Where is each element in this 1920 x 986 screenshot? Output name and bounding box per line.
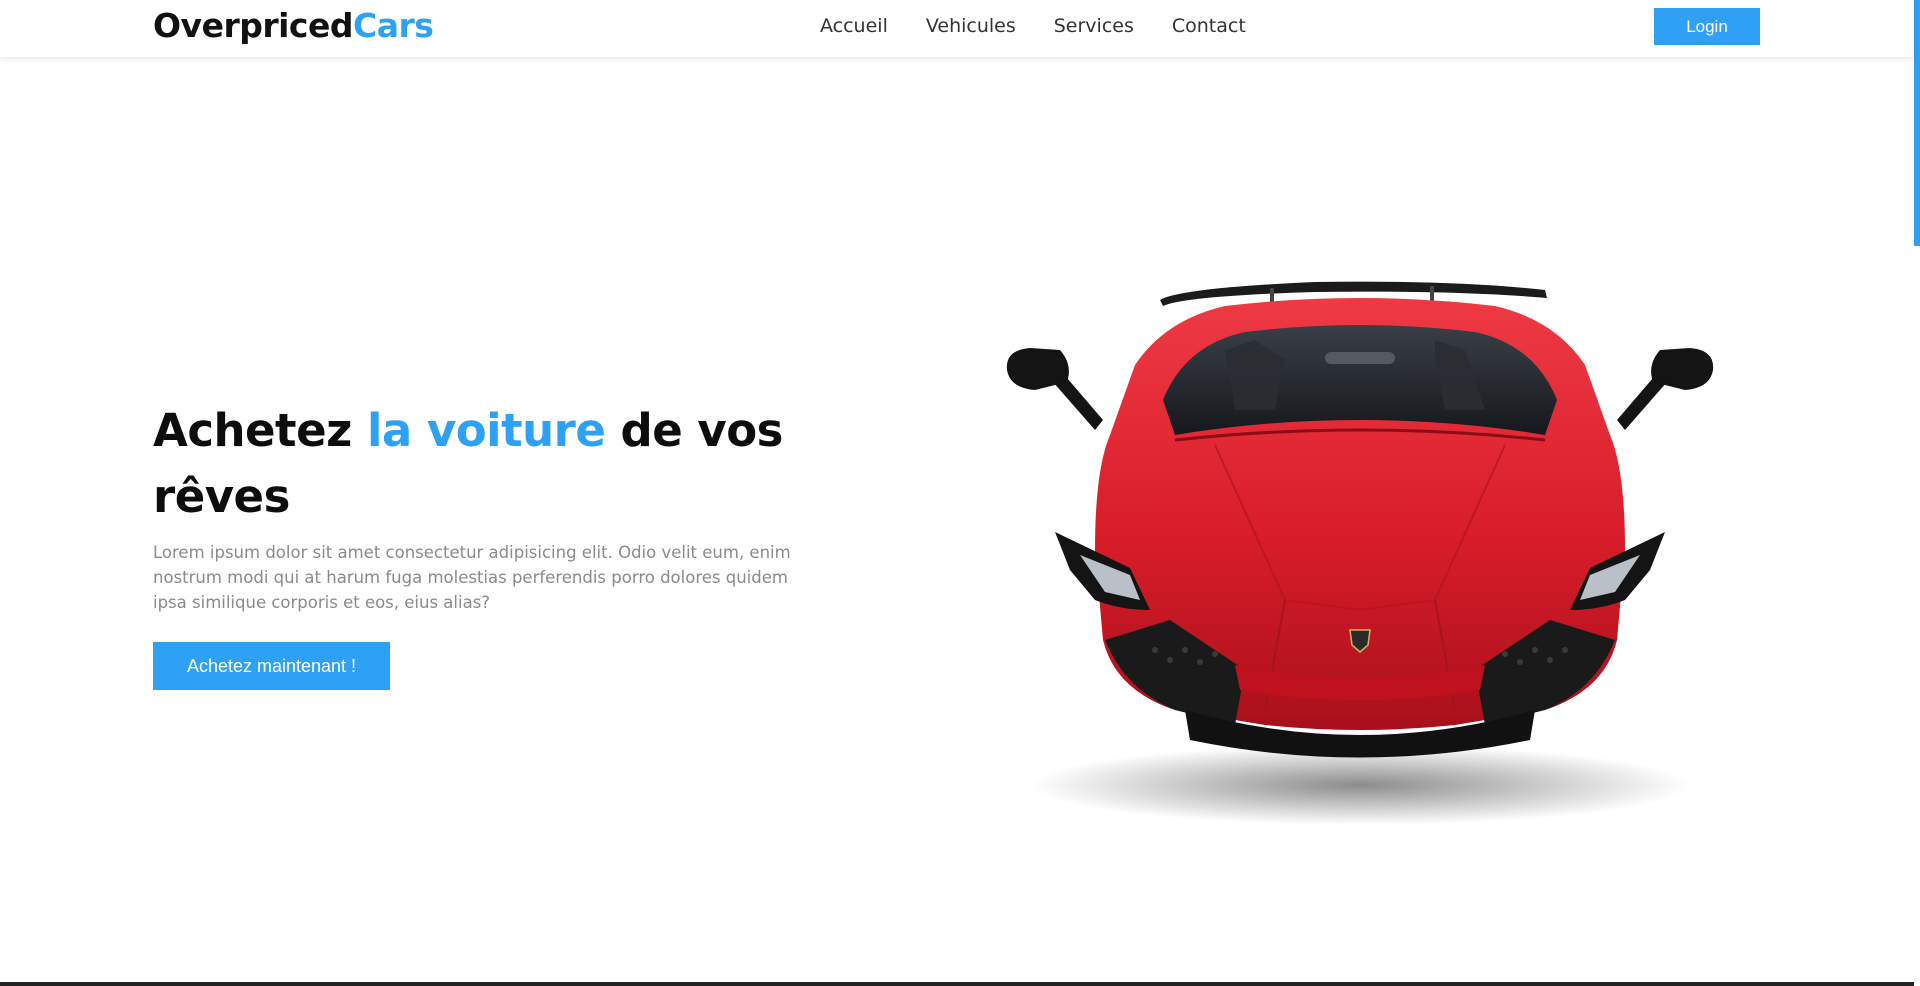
login-button[interactable]: Login <box>1654 8 1760 45</box>
site-header: OverpricedCars Accueil Vehicules Service… <box>0 0 1914 57</box>
brand-logo[interactable]: OverpricedCars <box>153 6 434 46</box>
brand-name-accent: Cars <box>353 6 434 45</box>
hero-car-image <box>985 270 1745 830</box>
main-nav: Accueil Vehicules Services Contact <box>820 13 1246 39</box>
brand-name-primary: Overpriced <box>153 6 354 45</box>
nav-link-accueil[interactable]: Accueil <box>820 13 888 39</box>
nav-link-vehicules[interactable]: Vehicules <box>926 13 1016 39</box>
hero-title: Achetez la voiture de vos rêves <box>153 398 793 530</box>
buy-now-button[interactable]: Achetez maintenant ! <box>153 642 390 690</box>
page: OverpricedCars Accueil Vehicules Service… <box>0 0 1920 986</box>
hero-title-accent: la voiture <box>366 404 606 457</box>
section-divider <box>0 982 1914 986</box>
red-sports-car-icon <box>1006 281 1714 825</box>
hero-description: Lorem ipsum dolor sit amet consectetur a… <box>153 543 791 612</box>
scrollbar-thumb[interactable] <box>1914 0 1920 246</box>
nav-link-services[interactable]: Services <box>1054 13 1134 39</box>
hero-title-part1: Achetez <box>153 404 367 457</box>
nav-link-contact[interactable]: Contact <box>1172 13 1246 39</box>
